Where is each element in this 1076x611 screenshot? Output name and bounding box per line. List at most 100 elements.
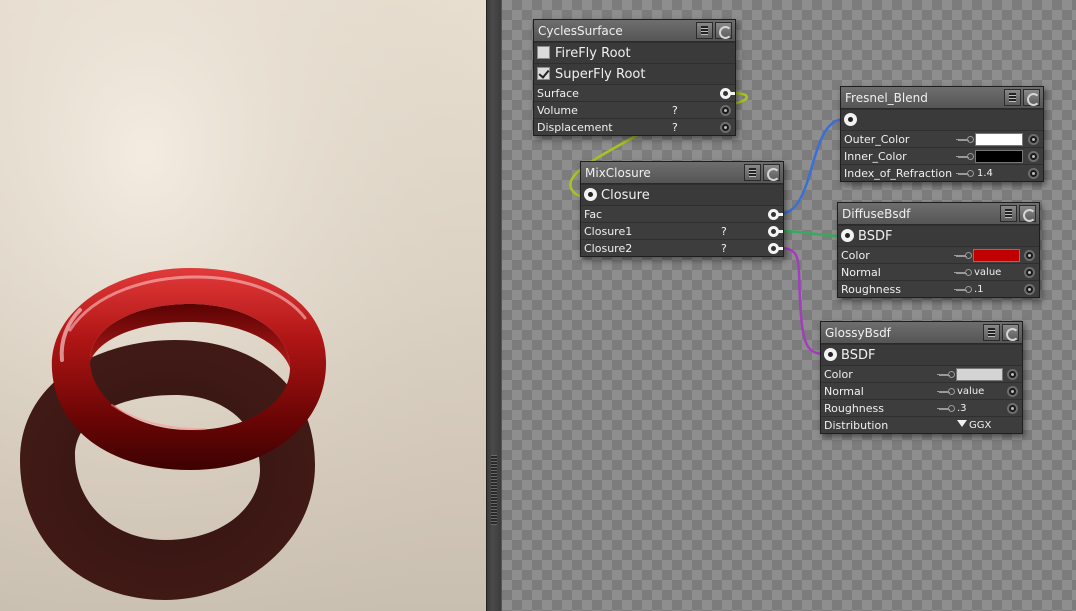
key-icon[interactable] [954, 269, 972, 277]
socket-icon[interactable] [720, 105, 731, 116]
input-normal[interactable]: Normal value [821, 382, 1022, 399]
output-socket-icon[interactable] [844, 113, 857, 126]
input-distribution[interactable]: Distribution GGX [821, 416, 1022, 433]
socket-icon[interactable] [1007, 386, 1018, 397]
node-header[interactable]: MixClosure [581, 162, 783, 184]
input-normal[interactable]: Normal value [838, 263, 1039, 280]
inner-color-swatch[interactable] [975, 150, 1023, 163]
output-row[interactable] [841, 109, 1043, 130]
superfly-root-checkbox[interactable] [537, 67, 550, 80]
outer-color-swatch[interactable] [975, 133, 1023, 146]
node-menu-icon[interactable] [744, 164, 761, 181]
input-outer-color[interactable]: Outer_Color [841, 130, 1043, 147]
input-label: Roughness [824, 402, 885, 415]
roughness-value[interactable]: .3 [957, 400, 967, 417]
output-label: Closure [601, 188, 650, 203]
node-header[interactable]: DiffuseBsdf [838, 203, 1039, 225]
socket-icon[interactable] [768, 209, 783, 220]
node-swap-icon[interactable] [1019, 205, 1036, 222]
input-label: Color [824, 368, 853, 381]
ior-value[interactable]: 1.4 [977, 165, 993, 182]
key-icon[interactable] [956, 153, 974, 161]
firefly-root-label: FireFly Root [555, 46, 631, 61]
socket-icon[interactable] [1007, 403, 1018, 414]
distribution-dropdown[interactable]: GGX [957, 417, 991, 434]
node-menu-icon[interactable] [983, 324, 1000, 341]
node-cycles-surface[interactable]: CyclesSurface FireFly Root SuperFly Root… [533, 19, 736, 136]
socket-icon[interactable] [768, 243, 783, 254]
glossy-color-swatch[interactable] [956, 368, 1003, 381]
pane-splitter[interactable] [486, 0, 502, 611]
socket-icon[interactable] [1024, 250, 1035, 261]
socket-icon[interactable] [720, 122, 731, 133]
input-label: Distribution [824, 419, 889, 432]
node-menu-icon[interactable] [1000, 205, 1017, 222]
node-menu-icon[interactable] [1004, 89, 1021, 106]
node-header[interactable]: CyclesSurface [534, 20, 735, 42]
node-mix-closure[interactable]: MixClosure Closure Fac Closure1 ? Closur… [580, 161, 784, 257]
socket-icon[interactable] [768, 226, 783, 237]
splitter-grip-icon[interactable] [491, 455, 497, 525]
socket-icon[interactable] [1007, 369, 1018, 380]
input-color[interactable]: Color [821, 365, 1022, 382]
output-socket-icon[interactable] [584, 188, 597, 201]
socket-icon[interactable] [1028, 134, 1039, 145]
node-fresnel-blend[interactable]: Fresnel_Blend Outer_Color Inner_Color In… [840, 86, 1044, 182]
input-roughness[interactable]: Roughness .3 [821, 399, 1022, 416]
node-swap-icon[interactable] [1023, 89, 1040, 106]
key-icon[interactable] [937, 388, 955, 396]
node-swap-icon[interactable] [763, 164, 780, 181]
key-icon[interactable] [937, 371, 955, 379]
input-inner-color[interactable]: Inner_Color [841, 147, 1043, 164]
node-header[interactable]: GlossyBsdf [821, 322, 1022, 344]
node-header[interactable]: Fresnel_Blend [841, 87, 1043, 109]
diffuse-color-swatch[interactable] [973, 249, 1020, 262]
node-swap-icon[interactable] [1002, 324, 1019, 341]
node-glossy-bsdf[interactable]: GlossyBsdf BSDF Color Normal value Rough… [820, 321, 1023, 434]
input-displacement[interactable]: Displacement ? [534, 118, 735, 135]
normal-value[interactable]: value [974, 264, 1001, 281]
unknown-value: ? [721, 242, 727, 255]
node-diffuse-bsdf[interactable]: DiffuseBsdf BSDF Color Normal value Roug… [837, 202, 1040, 298]
output-socket-icon[interactable] [824, 348, 837, 361]
input-closure2[interactable]: Closure2 ? [581, 239, 783, 256]
node-title: DiffuseBsdf [842, 207, 911, 221]
key-icon[interactable] [937, 405, 955, 413]
firefly-root-row[interactable]: FireFly Root [534, 42, 735, 63]
output-bsdf[interactable]: BSDF [821, 344, 1022, 365]
key-icon[interactable] [956, 136, 974, 144]
input-roughness[interactable]: Roughness .1 [838, 280, 1039, 297]
input-fac[interactable]: Fac [581, 205, 783, 222]
normal-value[interactable]: value [957, 383, 984, 400]
socket-icon[interactable] [1028, 151, 1039, 162]
input-surface[interactable]: Surface [534, 84, 735, 101]
socket-icon[interactable] [1028, 168, 1039, 179]
input-label: Surface [537, 87, 579, 100]
output-label: BSDF [841, 348, 876, 363]
input-label: Index_of_Refraction [844, 167, 953, 180]
node-menu-icon[interactable] [696, 22, 713, 39]
node-swap-icon[interactable] [715, 22, 732, 39]
input-index-of-refraction[interactable]: Index_of_Refraction 1.4 [841, 164, 1043, 181]
output-closure[interactable]: Closure [581, 184, 783, 205]
superfly-root-row[interactable]: SuperFly Root [534, 63, 735, 84]
unknown-value: ? [721, 225, 727, 238]
node-editor-canvas[interactable]: CyclesSurface FireFly Root SuperFly Root… [502, 0, 1076, 611]
input-volume[interactable]: Volume ? [534, 101, 735, 118]
input-closure1[interactable]: Closure1 ? [581, 222, 783, 239]
socket-icon[interactable] [720, 88, 735, 99]
node-title: GlossyBsdf [825, 326, 891, 340]
key-icon[interactable] [956, 170, 974, 178]
input-label: Color [841, 249, 870, 262]
firefly-root-checkbox[interactable] [537, 46, 550, 59]
roughness-value[interactable]: .1 [974, 281, 984, 298]
key-icon[interactable] [954, 252, 972, 260]
socket-icon[interactable] [1024, 284, 1035, 295]
input-color[interactable]: Color [838, 246, 1039, 263]
key-icon[interactable] [954, 286, 972, 294]
render-image [0, 0, 486, 611]
socket-icon[interactable] [1024, 267, 1035, 278]
output-socket-icon[interactable] [841, 229, 854, 242]
output-bsdf[interactable]: BSDF [838, 225, 1039, 246]
node-title: Fresnel_Blend [845, 91, 928, 105]
